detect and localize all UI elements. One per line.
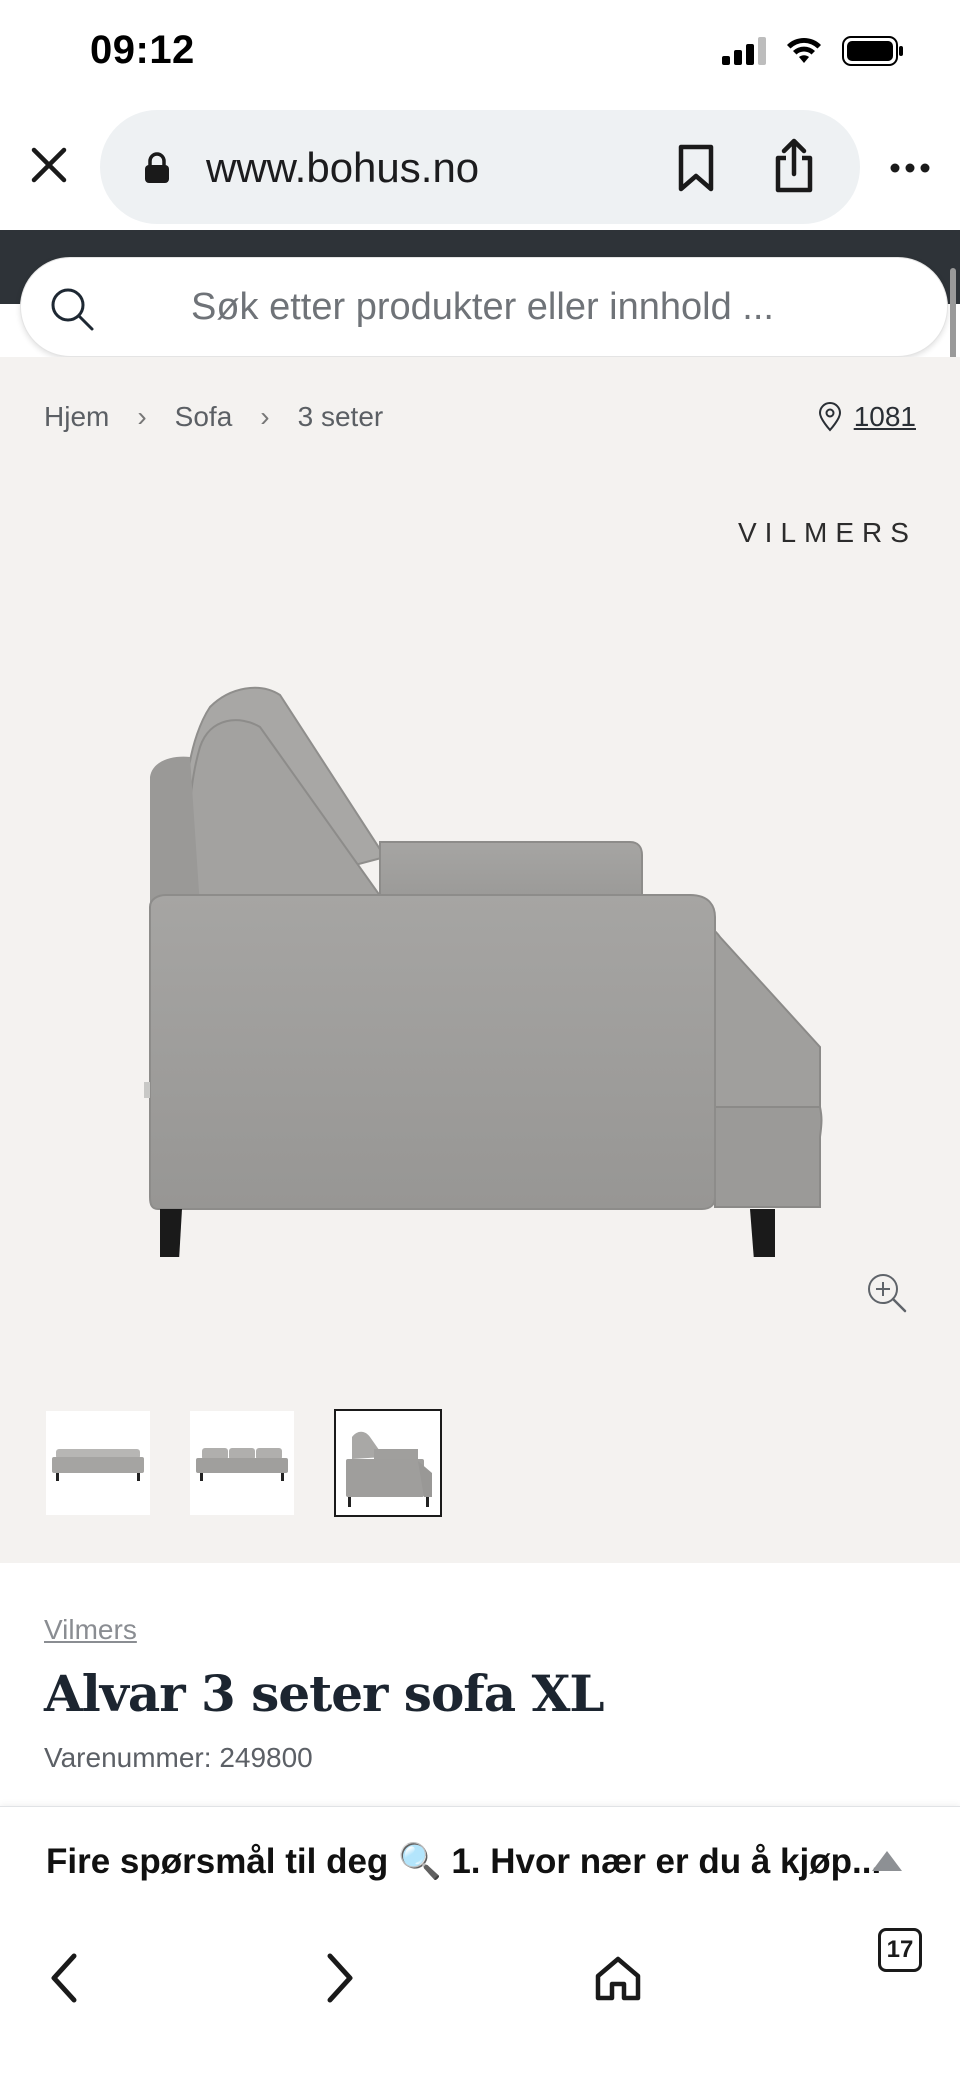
chevron-right-icon: › [137,401,147,432]
search-input[interactable]: Søk etter produkter eller innhold ... [20,257,948,357]
thumbnail-1[interactable] [46,1411,150,1515]
search-placeholder: Søk etter produkter eller innhold ... [191,286,774,328]
status-bar: 09:12 [0,0,960,108]
chevron-left-icon [51,1953,77,2003]
tabs-button[interactable]: 17 [878,1928,922,1972]
url-text: www.bohus.no [206,144,480,191]
share-icon[interactable] [772,138,816,194]
survey-question-text: Fire spørsmål til deg 🔍 1. Hvor nær er d… [46,1842,882,1881]
location-pin-icon [818,402,841,432]
browser-bar: www.bohus.no [0,108,960,230]
battery-icon [842,36,903,66]
more-options-icon[interactable] [890,163,930,173]
breadcrumb-home[interactable]: Hjem [44,401,109,433]
breadcrumb: Hjem › Sofa › 3 seter [44,401,383,433]
back-button[interactable] [34,1948,94,2008]
store-label[interactable]: 1081 [854,401,916,433]
thumbnail-list [46,1409,442,1517]
brand-logo: VILMERS [738,517,917,548]
status-icons [722,36,904,66]
sofa-thumbnail-image [196,1448,288,1481]
thumbnail-2[interactable] [190,1411,294,1515]
breadcrumb-sofa[interactable]: Sofa [175,401,233,433]
survey-banner[interactable]: Fire spørsmål til deg 🔍 1. Hvor nær er d… [0,1806,960,1922]
zoom-in-icon[interactable] [866,1272,908,1314]
chevron-right-icon: › [260,401,270,432]
product-image[interactable] [130,577,830,1257]
lock-icon [145,152,169,183]
sofa-thumbnail-image [346,1431,432,1507]
thumbnail-3-active[interactable] [334,1409,442,1517]
close-icon[interactable] [26,142,72,188]
search-icon [51,288,94,331]
store-selector[interactable]: 1081 [818,401,916,433]
product-title: Alvar 3 seter sofa XL [44,1664,605,1723]
bookmark-icon[interactable] [676,144,716,192]
product-gallery: Hjem › Sofa › 3 seter 1081 VILMERS [0,357,960,1563]
sku-number: Varenummer: 249800 [44,1742,313,1773]
forward-button[interactable] [310,1948,370,2008]
chevron-right-icon [327,1953,353,2003]
expand-triangle-icon[interactable] [872,1851,902,1871]
sofa-thumbnail-image [52,1449,144,1481]
brand-link[interactable]: Vilmers [44,1614,137,1646]
home-icon [595,1956,641,2001]
address-bar[interactable]: www.bohus.no [100,110,860,224]
wifi-icon [787,37,821,63]
breadcrumb-3-seter[interactable]: 3 seter [298,401,384,433]
home-button[interactable] [588,1948,648,2008]
status-time: 09:12 [90,28,195,72]
browser-toolbar [0,1922,960,2077]
cellular-signal-icon [722,37,766,65]
